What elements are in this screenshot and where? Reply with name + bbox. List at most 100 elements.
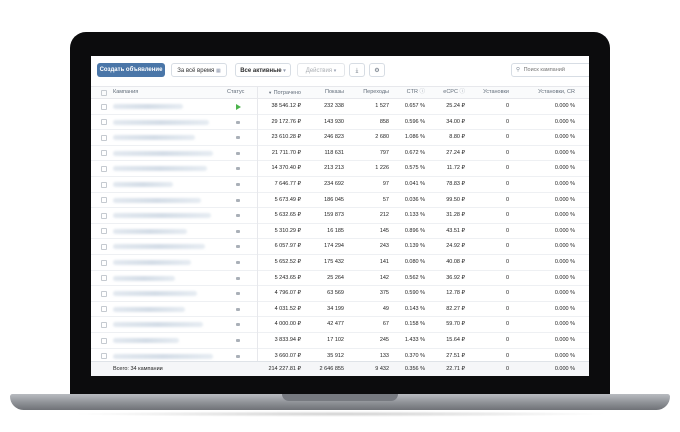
cell-impressions: 246 823 <box>324 134 344 141</box>
col-campaign[interactable]: Кампания <box>113 87 138 98</box>
col-ctr[interactable]: CTR ⓘ <box>389 87 425 98</box>
row-checkbox[interactable] <box>101 243 107 250</box>
stop-status-icon[interactable] <box>236 229 240 233</box>
row-checkbox[interactable] <box>101 275 107 282</box>
stop-status-icon[interactable] <box>236 323 240 327</box>
total-installs: 0 <box>505 366 509 372</box>
stop-status-icon[interactable] <box>236 120 240 124</box>
stop-status-icon[interactable] <box>236 354 240 358</box>
campaign-name-redacted[interactable] <box>113 244 205 250</box>
campaign-name-redacted[interactable] <box>113 166 207 172</box>
campaign-name-redacted[interactable] <box>113 197 201 203</box>
row-checkbox[interactable] <box>101 197 107 204</box>
col-impressions[interactable]: Показы <box>301 87 344 98</box>
cell-ctr: 0.133 % <box>404 212 425 219</box>
cell-impressions: 232 338 <box>324 103 344 109</box>
table-row[interactable]: 4 796.07 ₽ 63 569 375 0.590 % 12.78 ₽ 0 0.000 … <box>91 286 589 302</box>
row-checkbox[interactable] <box>101 290 107 297</box>
create-ad-button[interactable]: Создать объявление <box>97 63 165 77</box>
download-button[interactable]: ⤓ <box>349 63 365 77</box>
stop-status-icon[interactable] <box>236 151 240 155</box>
campaign-name-redacted[interactable] <box>113 135 195 141</box>
campaign-name-redacted[interactable] <box>113 306 185 312</box>
row-checkbox[interactable] <box>101 212 107 219</box>
stop-status-icon[interactable] <box>236 292 240 296</box>
stop-status-icon[interactable] <box>236 167 240 171</box>
table-row[interactable]: 38 546.12 ₽ 232 338 1 527 0.657 % 25.24 ₽ 0 0.… <box>91 99 589 115</box>
row-checkbox[interactable] <box>101 134 107 141</box>
campaign-name-redacted[interactable] <box>113 260 191 265</box>
campaign-name-redacted[interactable] <box>113 322 203 328</box>
laptop-notch <box>282 394 398 401</box>
row-checkbox[interactable] <box>101 165 107 172</box>
table-row[interactable]: 5 243.65 ₽ 25 264 142 0.562 % 36.92 ₽ 0 0.000 … <box>91 271 589 287</box>
row-checkbox[interactable] <box>101 259 107 266</box>
search-input[interactable] <box>523 67 579 73</box>
table-row[interactable]: 5 673.49 ₽ 186 045 57 0.036 % 99.50 ₽ 0 0.000 … <box>91 193 589 209</box>
campaign-name-redacted[interactable] <box>113 119 209 125</box>
campaign-name-redacted[interactable] <box>113 275 175 281</box>
campaign-name-redacted[interactable] <box>113 150 213 156</box>
campaign-name-redacted[interactable] <box>113 228 187 234</box>
campaign-name-redacted[interactable] <box>113 182 173 187</box>
row-checkbox[interactable] <box>101 353 107 360</box>
table-row[interactable]: 29 172.76 ₽ 143 930 858 0.596 % 34.00 ₽ 0 0.00… <box>91 115 589 131</box>
stop-status-icon[interactable] <box>236 339 240 342</box>
actions-select[interactable]: Действия ▾ <box>297 63 345 77</box>
campaign-name-redacted[interactable] <box>113 291 197 297</box>
table-row[interactable]: 5 652.52 ₽ 175 432 141 0.080 % 40.08 ₽ 0 0.000… <box>91 255 589 271</box>
table-row[interactable]: 5 310.29 ₽ 16 185 145 0.896 % 43.51 ₽ 0 0.000 … <box>91 224 589 240</box>
table-row[interactable]: 14 370.40 ₽ 213 213 1 226 0.575 % 11.72 ₽ 0 0.… <box>91 161 589 177</box>
cell-impressions: 175 432 <box>324 259 344 265</box>
col-installs-cr[interactable]: Установки, CR <box>509 87 575 98</box>
col-installs[interactable]: Установки <box>465 87 509 98</box>
cell-ctr: 1.433 % <box>404 337 425 343</box>
row-checkbox[interactable] <box>101 321 107 328</box>
campaign-name-redacted[interactable] <box>113 213 211 219</box>
search-field[interactable]: ⚲ <box>511 63 589 77</box>
row-checkbox[interactable] <box>101 103 107 110</box>
stop-status-icon[interactable] <box>236 198 240 202</box>
cell-installs: 0 <box>505 196 509 203</box>
table-row[interactable]: 23 610.28 ₽ 246 823 2 680 1.086 % 8.80 ₽ 0 0.0… <box>91 130 589 146</box>
table-row[interactable]: 7 646.77 ₽ 234 692 97 0.041 % 78.83 ₽ 0 0.000 … <box>91 177 589 193</box>
row-checkbox[interactable] <box>101 181 107 188</box>
stop-status-icon[interactable] <box>236 245 240 249</box>
play-status-icon[interactable] <box>236 103 241 110</box>
stop-status-icon[interactable] <box>236 214 240 218</box>
row-checkbox[interactable] <box>101 228 107 235</box>
cell-impressions: 17 102 <box>327 337 344 343</box>
select-all-checkbox[interactable] <box>101 90 107 96</box>
row-checkbox[interactable] <box>101 119 107 126</box>
campaign-name-redacted[interactable] <box>113 338 179 343</box>
period-select[interactable]: За всё время ▦ <box>171 63 227 77</box>
table-row[interactable]: 4 031.52 ₽ 34 199 49 0.143 % 82.27 ₽ 0 0.000 % <box>91 302 589 318</box>
cell-spent: 7 646.77 ₽ <box>274 181 301 187</box>
cell-impressions: 42 477 <box>327 321 344 328</box>
col-clicks[interactable]: Переходы <box>344 87 389 98</box>
row-checkbox[interactable] <box>101 150 107 157</box>
col-ecpc[interactable]: eCPC ⓘ <box>425 87 465 98</box>
stop-status-icon[interactable] <box>236 307 240 311</box>
table-row[interactable]: 4 000.00 ₽ 42 477 67 0.158 % 59.70 ₽ 0 0.000 % <box>91 317 589 333</box>
stop-status-icon[interactable] <box>236 276 240 280</box>
row-checkbox[interactable] <box>101 337 107 344</box>
status-filter-select[interactable]: Все активные ▾ <box>235 63 291 77</box>
settings-button[interactable]: ⚙ <box>369 63 385 77</box>
cell-installs: 0 <box>505 212 509 219</box>
col-status[interactable]: Статус <box>227 87 244 98</box>
table-row[interactable]: 5 632.65 ₽ 159 873 212 0.133 % 31.28 ₽ 0 0.000… <box>91 208 589 224</box>
cell-clicks: 97 <box>382 181 389 187</box>
stop-status-icon[interactable] <box>236 261 240 264</box>
row-checkbox[interactable] <box>101 306 107 313</box>
campaign-name-redacted[interactable] <box>113 353 213 359</box>
table-row[interactable]: 21 711.70 ₽ 118 631 797 0.672 % 27.24 ₽ 0 0.00… <box>91 146 589 162</box>
cell-clicks: 2 680 <box>375 134 389 141</box>
campaign-name-redacted[interactable] <box>113 104 183 109</box>
table-row[interactable]: 3 833.94 ₽ 17 102 245 1.433 % 15.64 ₽ 0 0.000 … <box>91 333 589 349</box>
table-row[interactable]: 6 057.97 ₽ 174 294 243 0.139 % 24.92 ₽ 0 0.000… <box>91 239 589 255</box>
cell-clicks: 1 226 <box>375 165 389 172</box>
stop-status-icon[interactable] <box>236 136 240 140</box>
col-spent[interactable]: ▼ Потрачено <box>257 87 301 98</box>
stop-status-icon[interactable] <box>236 183 240 186</box>
